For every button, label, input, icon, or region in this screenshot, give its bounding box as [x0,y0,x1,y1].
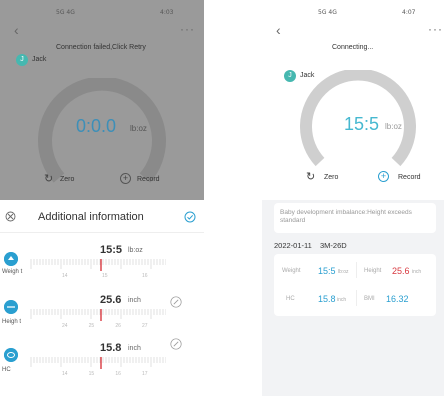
scale-icon [4,252,18,266]
weight-cell-value: 15:5 [318,266,336,276]
height-ruler[interactable]: 24 25 26 27 [28,307,170,329]
ruler-tick-label: 24 [62,323,68,329]
ruler-scale: 24 25 26 27 [30,307,170,329]
height-cell-unit: inch [412,269,422,275]
weight-reading-unit: lb:oz [128,247,143,254]
phone-left: 5G 4G 4:03 ‹ ··· Connection failed,Click… [0,0,204,396]
dimmed-scale-panel: 5G 4G 4:03 ‹ ··· Connection failed,Click… [0,0,204,200]
connection-message[interactable]: Connection failed,Click Retry [56,44,146,51]
height-reading-unit: inch [128,297,141,304]
weight-label: Weight [282,268,301,274]
status-bar-left: 5G 4G [56,9,75,16]
user-name: Jack [32,56,47,63]
record-date: 2022-01-11 [274,241,312,250]
hc-ruler[interactable]: 14 15 16 17 [28,355,170,377]
zero-button[interactable]: Zero [324,174,338,181]
confirm-icon[interactable] [184,211,196,223]
sheet-title: Additional information [38,211,144,223]
status-bar-left: 5G 4G [318,9,337,16]
record-button[interactable]: Record [137,176,160,183]
ruler-tick-label: 16 [115,371,121,377]
weight-unit: lb:oz [385,122,402,131]
bmi-label: BMI [364,296,375,302]
weight-value: 0:0.0 [76,116,117,136]
avatar: J [16,54,28,66]
height-cell-value: 25.6 [392,266,410,276]
cell-divider [356,290,357,306]
ruler-tick-label: 26 [115,323,121,329]
height-reading: 25.6 [100,294,122,306]
weight-cell-unit: lb:oz [338,269,349,275]
ruler-tick-label: 14 [62,371,68,377]
head-circumference-icon [4,348,18,362]
weight-value: 15:5 [344,114,380,134]
record-card: Weight 15:5 lb:oz Height 25.6 inch HC 15… [274,254,436,316]
close-icon[interactable] [5,211,16,222]
development-notice: Baby development imbalance:Height exceed… [274,203,436,233]
bmi-cell-value: 16.32 [386,294,409,304]
zero-icon: ↻ [306,171,316,183]
sheet-divider [0,232,204,233]
hc-reading-unit: inch [128,345,141,352]
ruler-scale: 14 15 16 17 [30,355,170,377]
row-label: Heigh t [2,319,22,325]
connection-message: Connecting... [332,44,374,51]
ruler-tick-label: 25 [89,323,95,329]
weight-reading: 15:5 [100,244,123,256]
hc-reading: 15.8 [100,342,122,354]
height-icon [4,300,18,314]
ruler-tick-label: 17 [142,371,148,377]
avatar: J [284,70,296,82]
record-plus-icon: + [378,171,389,182]
more-icon[interactable]: ··· [180,22,195,36]
row-label: HC [2,367,11,373]
measurement-row-weight: Weigh t 15:5 lb:oz 14 15 16 [0,242,204,288]
ruler-tick-label: 14 [62,273,68,279]
notice-text: Baby development imbalance:Height exceed… [280,209,412,224]
zero-button[interactable]: Zero [60,176,74,183]
additional-info-sheet: Additional information Weigh t 15:5 lb:o… [0,200,204,396]
record-age: 3M-26D [320,241,347,250]
edit-icon[interactable] [170,338,182,350]
status-bar-time: 4:07 [402,9,416,16]
measurement-row-hc: HC 15.8 inch 14 15 16 17 [0,338,204,386]
hc-cell-unit: inch [337,297,347,303]
height-label: Height [364,268,382,274]
hc-cell-value: 15.8 [318,294,336,304]
status-bar-time: 4:03 [160,9,174,16]
ruler-tick-label: 15 [89,371,95,377]
row-label: Weigh t [2,269,23,275]
ruler-tick-label: 15 [102,273,108,279]
ruler-scale: 14 15 16 [30,257,170,279]
cell-divider [356,262,357,278]
weight-unit: lb:oz [130,124,147,133]
weight-ruler[interactable]: 14 15 16 [28,257,170,279]
more-icon[interactable]: ··· [428,22,443,36]
back-arrow-icon[interactable]: ‹ [14,22,19,38]
hc-label: HC [286,296,295,302]
edit-icon[interactable] [170,296,182,308]
phone-right: 5G 4G 4:07 ‹ ··· Connecting... J Jack 15… [262,0,444,396]
back-arrow-icon[interactable]: ‹ [276,22,281,38]
zero-icon: ↻ [44,173,54,185]
measurement-row-height: Heigh t 25.6 inch 24 25 26 27 [0,292,204,338]
record-button[interactable]: Record [398,174,421,181]
ruler-tick-label: 16 [142,273,148,279]
record-plus-icon: + [120,173,131,184]
ruler-tick-label: 27 [142,323,148,329]
